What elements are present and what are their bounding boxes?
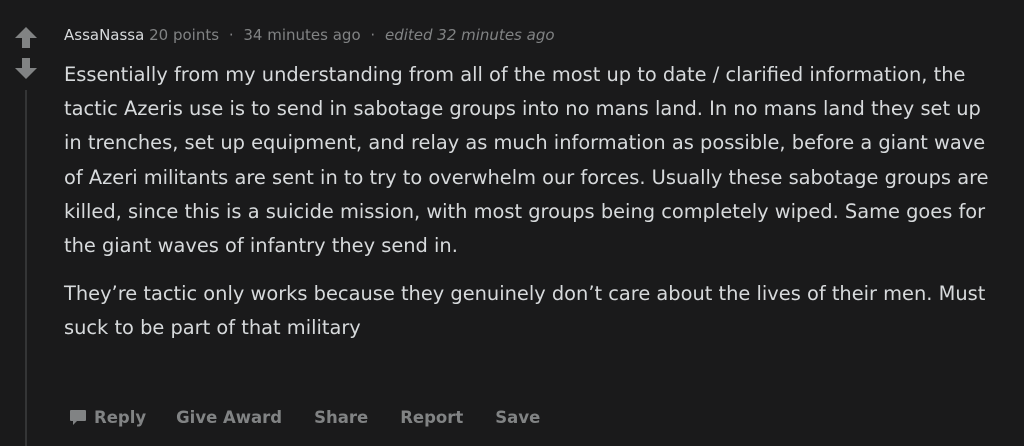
comment: AssaNassa 20 points · 34 minutes ago · e… [0, 0, 1024, 446]
upvote-button[interactable] [13, 25, 39, 51]
comment-meta: AssaNassa 20 points · 34 minutes ago · e… [64, 24, 555, 46]
reply-label: Reply [94, 407, 147, 427]
comment-paragraph: They’re tactic only works because they g… [64, 282, 986, 340]
share-button[interactable]: Share [310, 402, 372, 432]
vote-column [0, 0, 52, 446]
report-button[interactable]: Report [396, 402, 467, 432]
comment-paragraph: Essentially from my understanding from a… [64, 63, 989, 258]
meta-separator: · [228, 26, 234, 44]
author-link[interactable]: AssaNassa [64, 26, 144, 44]
give-award-label: Give Award [176, 407, 283, 427]
comment-body: Essentially from my understanding from a… [64, 58, 994, 346]
chat-bubble-icon [70, 410, 86, 425]
share-label: Share [314, 407, 369, 427]
timestamp[interactable]: 34 minutes ago [243, 26, 360, 44]
reply-button[interactable]: Reply [64, 402, 150, 432]
thread-line[interactable] [25, 90, 27, 446]
arrow-down-icon [15, 58, 37, 79]
report-label: Report [400, 407, 464, 427]
meta-separator: · [370, 26, 376, 44]
arrow-up-icon [15, 27, 37, 48]
downvote-button[interactable] [13, 56, 39, 82]
give-award-button[interactable]: Give Award [172, 402, 286, 432]
save-button[interactable]: Save [491, 402, 544, 432]
comment-actions: Reply Give Award Share Report Save [64, 402, 568, 432]
save-label: Save [495, 407, 541, 427]
edited-timestamp: edited 32 minutes ago [384, 26, 555, 44]
score: 20 points [149, 26, 220, 44]
